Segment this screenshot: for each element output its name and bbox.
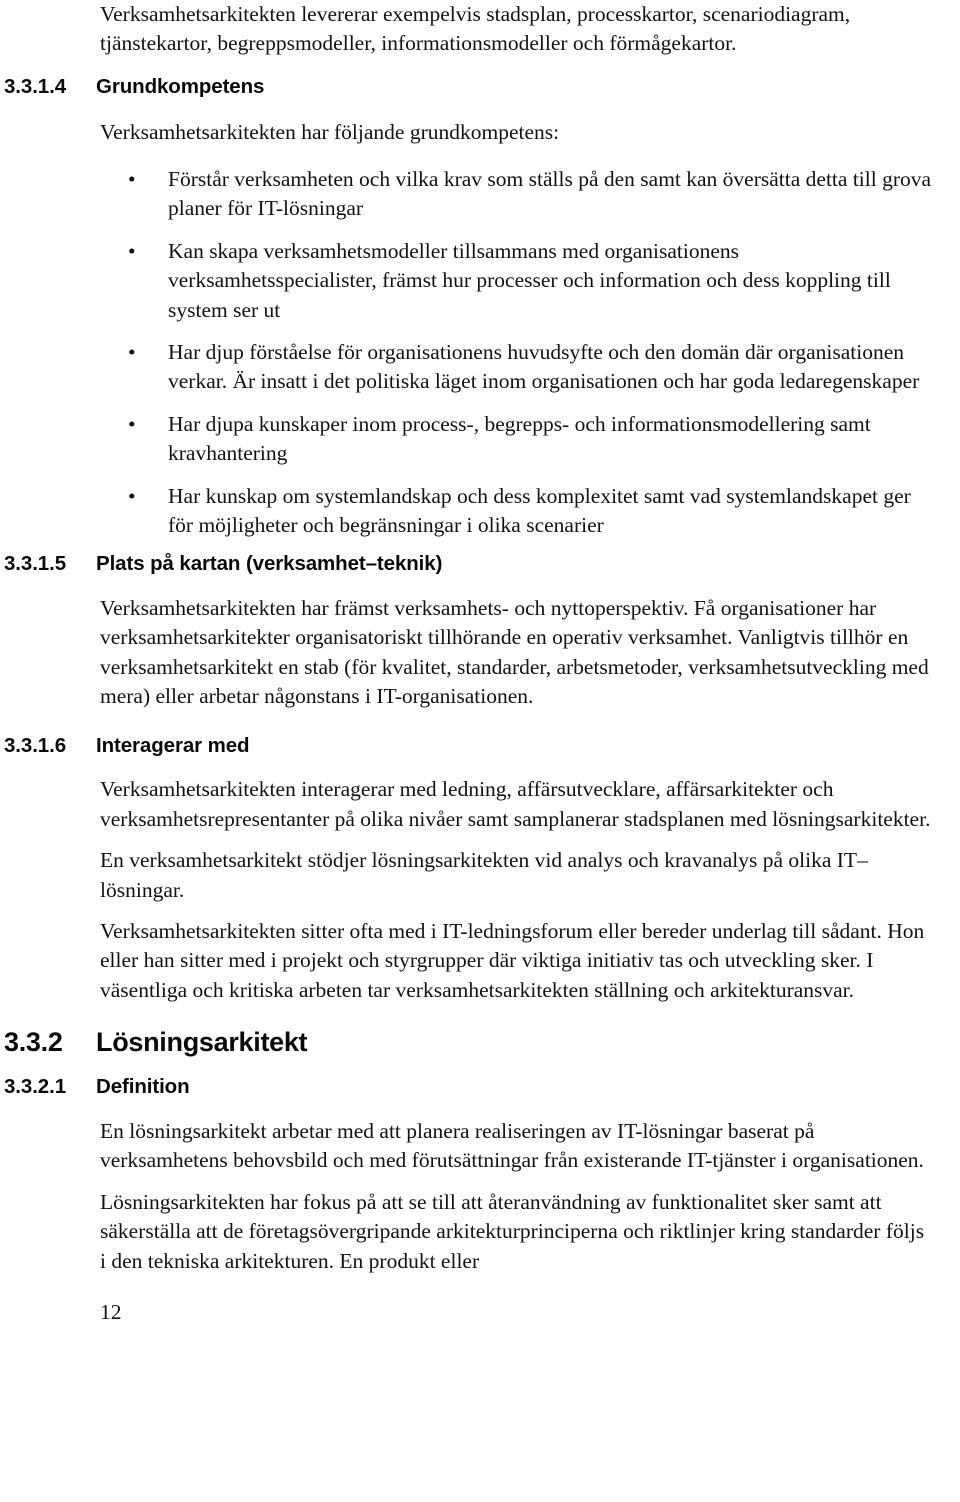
- bullet-icon: •: [128, 166, 136, 191]
- list-item: • Kan skapa verksamhetsmodeller tillsamm…: [0, 237, 960, 325]
- list-item-text: Har kunskap om systemlandskap och dess k…: [168, 483, 911, 537]
- heading-number: 3.3.2.1: [4, 1075, 66, 1099]
- list-item: • Har djup förståelse för organisationen…: [0, 338, 960, 397]
- heading-losningsarkitekt: 3.3.2 Lösningsarkitekt: [0, 1025, 960, 1060]
- list-item-text: Har djupa kunskaper inom process-, begre…: [168, 411, 871, 466]
- list-item-text: Förstår verksamheten och vilka krav som …: [168, 166, 932, 221]
- heading-number: 3.3.1.4: [4, 74, 66, 98]
- list-item-text: Har djup förståelse för organisationens …: [168, 339, 920, 394]
- page-number: 12: [100, 1299, 122, 1324]
- heading-number: 3.3.1.6: [4, 733, 66, 757]
- bullet-icon: •: [128, 238, 136, 263]
- list-item: • Har djupa kunskaper inom process-, beg…: [0, 410, 960, 469]
- heading-title: Lösningsarkitekt: [96, 1027, 308, 1058]
- heading-definition: 3.3.2.1 Definition: [0, 1073, 960, 1101]
- interagerar-med-paragraph-3: Verksamhetsarkitekten sitter ofta med i …: [100, 918, 925, 1002]
- bullet-icon: •: [128, 411, 136, 436]
- list-item-text: Kan skapa verksamhetsmodeller tillsamman…: [168, 238, 891, 322]
- document-page: Verksamhetsarkitekten levererar exempelv…: [0, 0, 960, 1502]
- grundkompetens-lead: Verksamhetsarkitekten har följande grund…: [100, 120, 560, 145]
- bullet-icon: •: [128, 339, 136, 364]
- heading-number: 3.3.1.5: [4, 552, 66, 576]
- heading-grundkompetens: 3.3.1.4 Grundkompetens: [0, 73, 960, 101]
- list-item: • Har kunskap om systemlandskap och dess…: [0, 482, 960, 541]
- list-item: • Förstår verksamheten och vilka krav so…: [0, 165, 960, 224]
- heading-plats-pa-kartan: 3.3.1.5 Plats på kartan (verksamhet–tekn…: [0, 550, 960, 578]
- heading-title: Definition: [96, 1075, 190, 1099]
- interagerar-med-paragraph-1: Verksamhetsarkitekten interagerar med le…: [100, 777, 931, 831]
- bullet-icon: •: [128, 483, 136, 508]
- definition-paragraph-1: En lösningsarkitekt arbetar med att plan…: [100, 1118, 924, 1173]
- intro-paragraph: Verksamhetsarkitekten levererar exempelv…: [100, 2, 851, 56]
- heading-interagerar-med: 3.3.1.6 Interagerar med: [0, 732, 960, 760]
- heading-title: Grundkompetens: [96, 74, 265, 98]
- heading-title: Interagerar med: [96, 733, 250, 757]
- heading-number: 3.3.2: [4, 1027, 63, 1058]
- grundkompetens-bullet-list: • Förstår verksamheten och vilka krav so…: [0, 165, 960, 540]
- definition-paragraph-2: Lösningsarkitekten har fokus på att se t…: [100, 1189, 925, 1273]
- plats-pa-kartan-paragraph: Verksamhetsarkitekten har främst verksam…: [100, 596, 929, 709]
- heading-title: Plats på kartan (verksamhet–teknik): [96, 552, 443, 576]
- interagerar-med-paragraph-2: En verksamhetsarkitekt stödjer lösningsa…: [100, 848, 868, 902]
